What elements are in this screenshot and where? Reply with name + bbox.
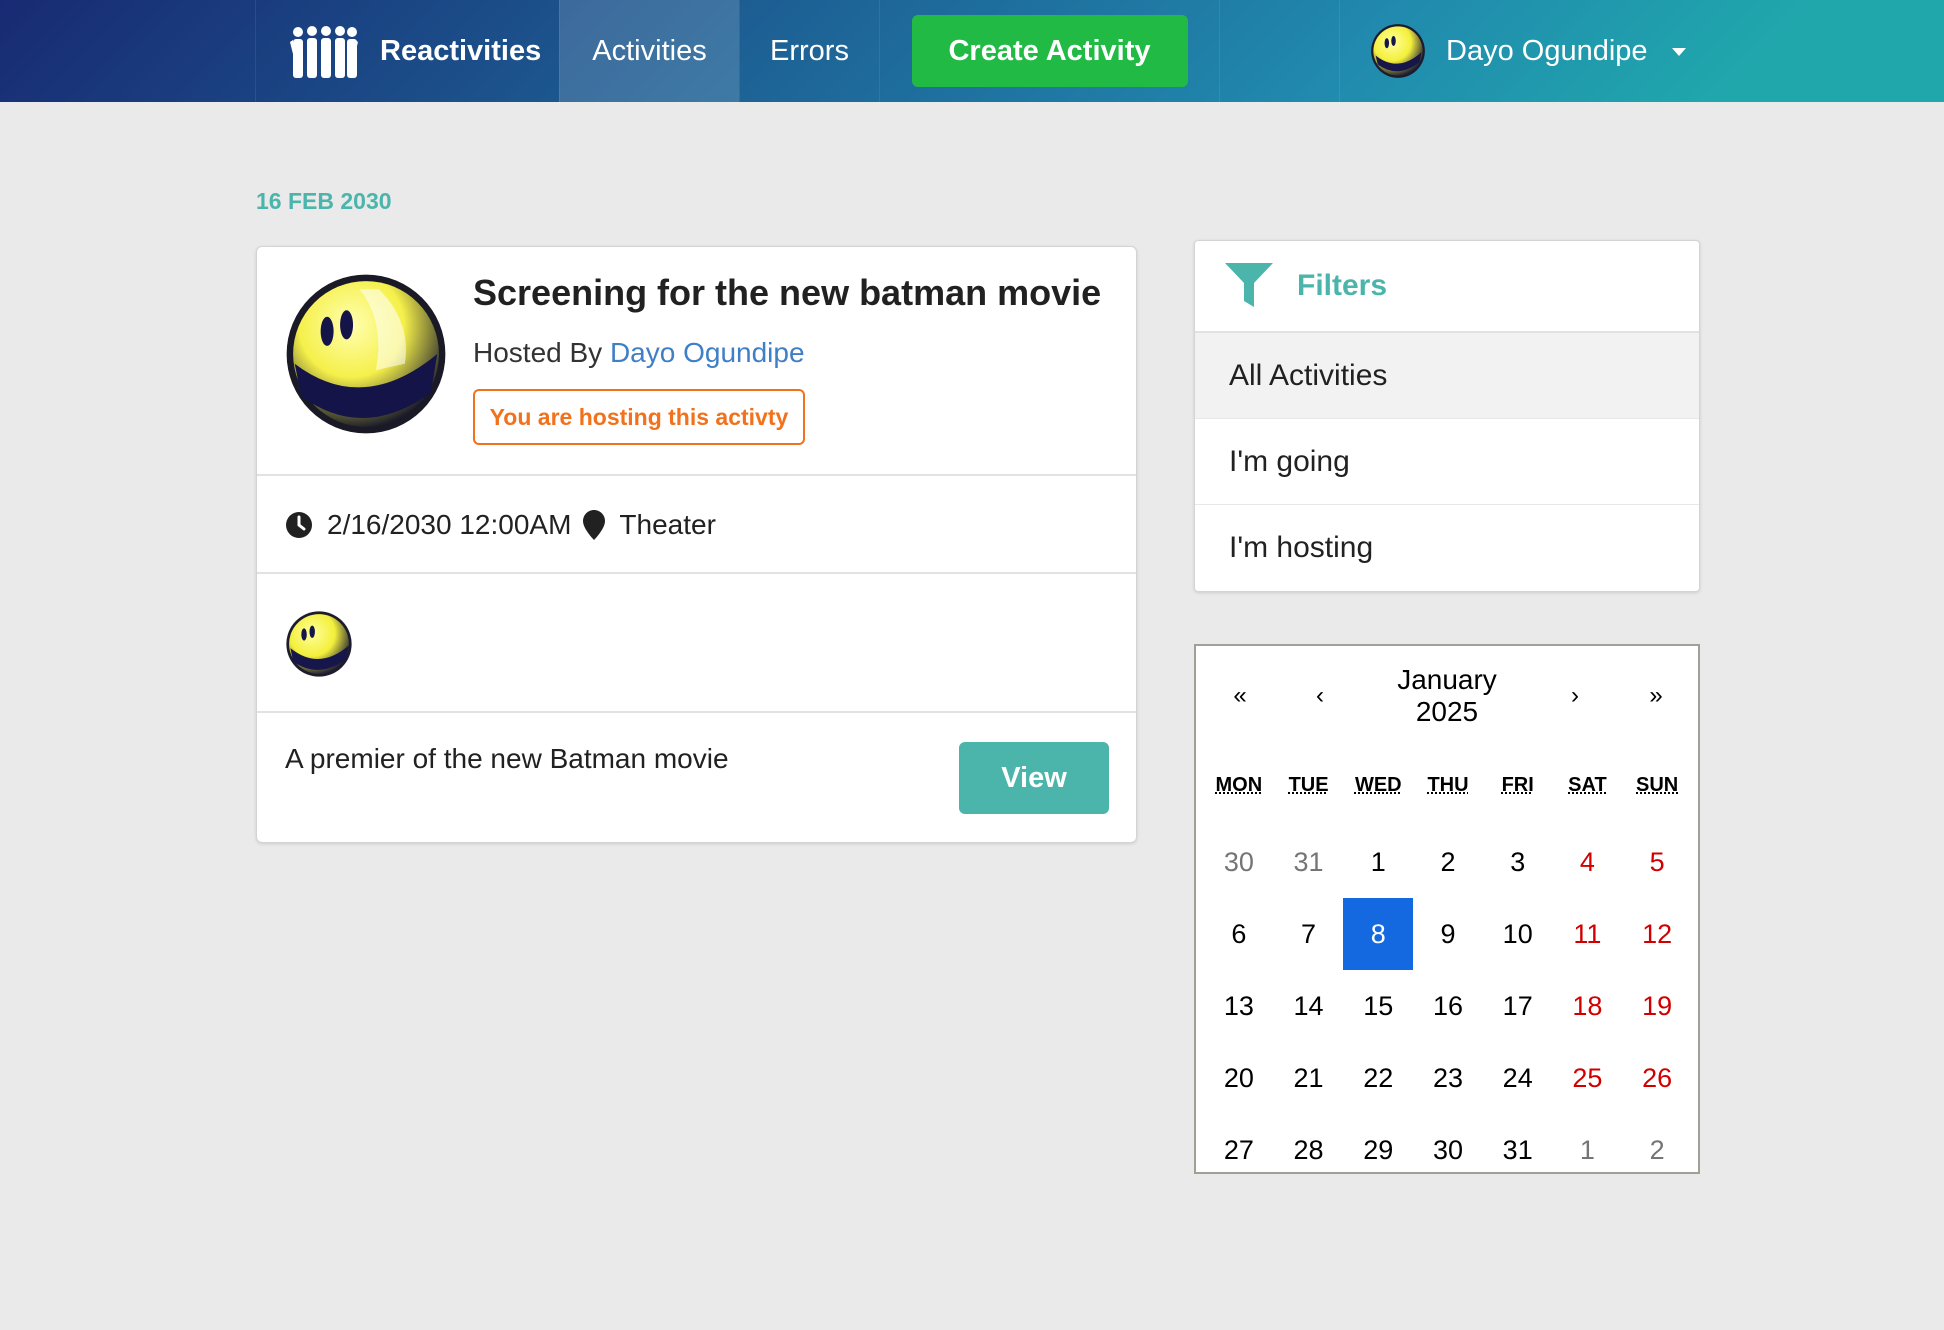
weekday-label: SAT [1568,774,1607,796]
calendar-day[interactable]: 12 [1622,898,1692,970]
filter-icon [1225,263,1273,307]
weekday-label: FRI [1501,774,1534,796]
weekday-label: THU [1427,774,1469,796]
filters-header: Filters [1195,241,1699,333]
nav-spacer [1219,0,1339,102]
calendar-day[interactable]: 30 [1204,826,1274,898]
filter-all-activities[interactable]: All Activities [1195,333,1699,419]
brand-label: Reactivities [380,34,542,67]
nav-errors-label: Errors [770,34,849,67]
clock-icon [286,512,312,538]
hosted-by-prefix: Hosted By [473,337,603,368]
activity-group-date: 16 FEB 2030 [256,188,392,214]
caret-down-icon [1671,48,1686,56]
calendar-day[interactable]: 4 [1553,826,1623,898]
calendar-day[interactable]: 3 [1483,826,1553,898]
calendar-next-year-button[interactable]: » [1612,646,1700,746]
calendar-day[interactable]: 29 [1343,1114,1413,1186]
filter-im-hosting[interactable]: I'm hosting [1195,505,1699,591]
calendar-day[interactable]: 24 [1483,1042,1553,1114]
calendar-day[interactable]: 31 [1274,826,1344,898]
activity-description: A premier of the new Batman movie [285,743,729,774]
calendar-day[interactable]: 19 [1622,970,1692,1042]
calendar-day[interactable]: 5 [1622,826,1692,898]
calendar-day[interactable]: 31 [1483,1114,1553,1186]
activity-venue: Theater [619,509,716,540]
calendar-day[interactable]: 2 [1622,1114,1692,1186]
calendar-day[interactable]: 18 [1553,970,1623,1042]
calendar-prev-month-button[interactable]: ‹ [1284,646,1356,746]
host-avatar[interactable] [285,273,447,435]
calendar: « ‹ January 2025 › » MON TUE WED THU FRI… [1194,644,1700,1174]
calendar-weekdays: MON TUE WED THU FRI SAT SUN [1204,774,1692,797]
brand-link[interactable]: Reactivities [255,0,559,102]
activity-title[interactable]: Screening for the new batman movie [473,272,1101,314]
calendar-day[interactable]: 1 [1343,826,1413,898]
hosted-by: Hosted By Dayo Ogundipe [473,337,805,369]
nav-errors[interactable]: Errors [739,0,879,102]
filter-im-going[interactable]: I'm going [1195,419,1699,505]
calendar-day[interactable]: 14 [1274,970,1344,1042]
nav-activities-label: Activities [592,34,707,67]
calendar-day[interactable]: 13 [1204,970,1274,1042]
user-name: Dayo Ogundipe [1446,34,1648,67]
filters-title: Filters [1297,269,1388,302]
top-navbar: Reactivities Activities Errors Create Ac… [0,0,1944,102]
user-avatar [1371,24,1425,78]
calendar-day[interactable]: 22 [1343,1042,1413,1114]
view-button[interactable]: View [959,742,1109,814]
nav-create-item: Create Activity [879,0,1219,102]
calendar-month: January [1397,664,1497,695]
calendar-day[interactable]: 21 [1274,1042,1344,1114]
activity-card: Screening for the new batman movie Hoste… [256,246,1137,843]
group-people-icon [290,26,358,78]
calendar-day[interactable]: 9 [1413,898,1483,970]
hosting-status-label: You are hosting this activty [473,389,805,445]
calendar-day[interactable]: 27 [1204,1114,1274,1186]
calendar-day[interactable]: 23 [1413,1042,1483,1114]
map-marker-icon [583,510,606,540]
calendar-day[interactable]: 15 [1343,970,1413,1042]
filter-label: All Activities [1229,358,1388,392]
create-activity-button[interactable]: Create Activity [911,15,1188,87]
calendar-day[interactable]: 10 [1483,898,1553,970]
calendar-day[interactable]: 7 [1274,898,1344,970]
calendar-month-label[interactable]: January 2025 [1356,646,1538,746]
activity-info-segment: 2/16/2030 12:00AM Theater [257,476,1136,574]
calendar-days-grid: 30 31 1 2 3 4 5 6 7 8 9 10 11 12 13 14 15 16 17 18 19 20 21 22 2… [1204,826,1692,1186]
activity-header-segment: Screening for the new batman movie Hoste… [257,247,1136,476]
calendar-year: 2025 [1415,696,1479,727]
calendar-day[interactable]: 20 [1204,1042,1274,1114]
calendar-day[interactable]: 11 [1553,898,1623,970]
calendar-next-month-button[interactable]: › [1538,646,1612,746]
weekday-label: MON [1215,774,1263,796]
user-menu[interactable]: Dayo Ogundipe [1339,0,1944,102]
attendees-segment [257,574,1136,713]
activity-info-row: 2/16/2030 12:00AM Theater [285,476,716,574]
calendar-day[interactable]: 6 [1204,898,1274,970]
filters-menu: Filters All Activities I'm going I'm hos… [1194,240,1700,592]
weekday-label: WED [1354,774,1402,796]
calendar-prev-year-button[interactable]: « [1196,646,1284,746]
calendar-day[interactable]: 2 [1413,826,1483,898]
calendar-day[interactable]: 26 [1622,1042,1692,1114]
calendar-day[interactable]: 17 [1483,970,1553,1042]
host-profile-link[interactable]: Dayo Ogundipe [610,337,805,368]
calendar-day[interactable]: 25 [1553,1042,1623,1114]
calendar-day-selected[interactable]: 8 [1343,898,1414,970]
calendar-day[interactable]: 1 [1553,1114,1623,1186]
weekday-label: SUN [1636,774,1679,796]
calendar-day[interactable]: 30 [1413,1114,1483,1186]
calendar-day[interactable]: 16 [1413,970,1483,1042]
nav-activities[interactable]: Activities [559,0,739,102]
filter-label: I'm hosting [1229,531,1374,564]
calendar-day[interactable]: 28 [1274,1114,1344,1186]
activity-datetime: 2/16/2030 12:00AM [327,509,572,540]
weekday-label: TUE [1288,774,1329,796]
activity-footer-segment: A premier of the new Batman movie View [257,713,1136,842]
filter-label: I'm going [1229,444,1350,478]
attendee-avatar[interactable] [285,610,353,678]
